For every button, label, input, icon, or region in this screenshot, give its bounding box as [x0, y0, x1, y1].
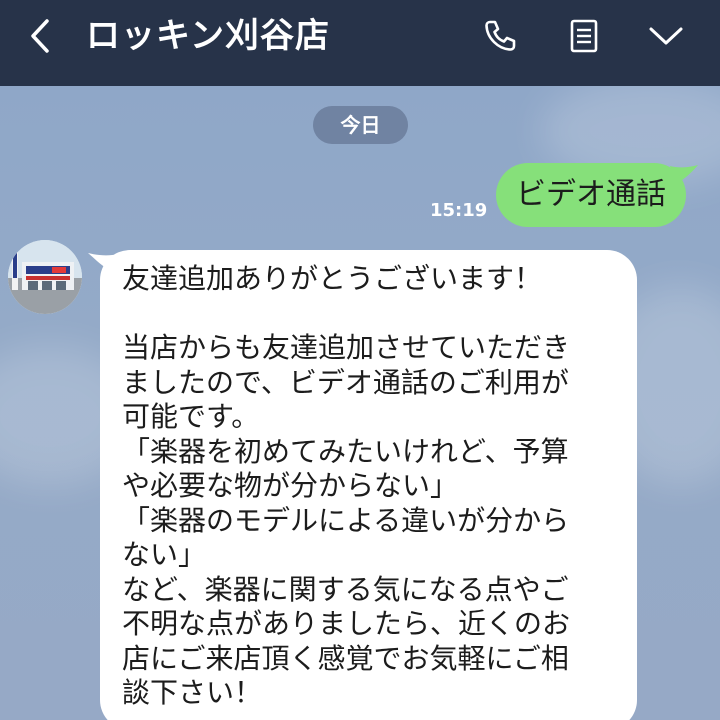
chat-title: ロッキン刈谷店	[86, 16, 330, 56]
outgoing-message-bubble[interactable]: ビデオ通話	[496, 163, 686, 227]
store-photo-icon	[8, 240, 82, 314]
phone-icon	[485, 20, 516, 51]
call-button[interactable]	[476, 12, 524, 60]
notes-icon	[570, 19, 598, 53]
outgoing-message-text: ビデオ通話	[516, 177, 666, 212]
chat-header: ロッキン刈谷店	[0, 0, 720, 86]
date-separator: 今日	[313, 106, 408, 144]
back-chevron-icon	[31, 19, 49, 53]
back-button[interactable]	[18, 14, 62, 58]
notes-button[interactable]	[560, 12, 608, 60]
message-timestamp: 15:19	[430, 200, 488, 221]
chat-area[interactable]: 今日 ビデオ通話 15:19 友達追加ありがとうございます！ 当店からも友達追加…	[0, 86, 720, 720]
avatar[interactable]	[8, 240, 82, 314]
chevron-down-icon	[649, 27, 683, 45]
incoming-message-text: 友達追加ありがとうございます！ 当店からも友達追加させていただき ましたので、ビ…	[122, 262, 571, 709]
menu-dropdown-button[interactable]	[642, 12, 690, 60]
incoming-message-bubble[interactable]: 友達追加ありがとうございます！ 当店からも友達追加させていただき ましたので、ビ…	[100, 250, 637, 720]
